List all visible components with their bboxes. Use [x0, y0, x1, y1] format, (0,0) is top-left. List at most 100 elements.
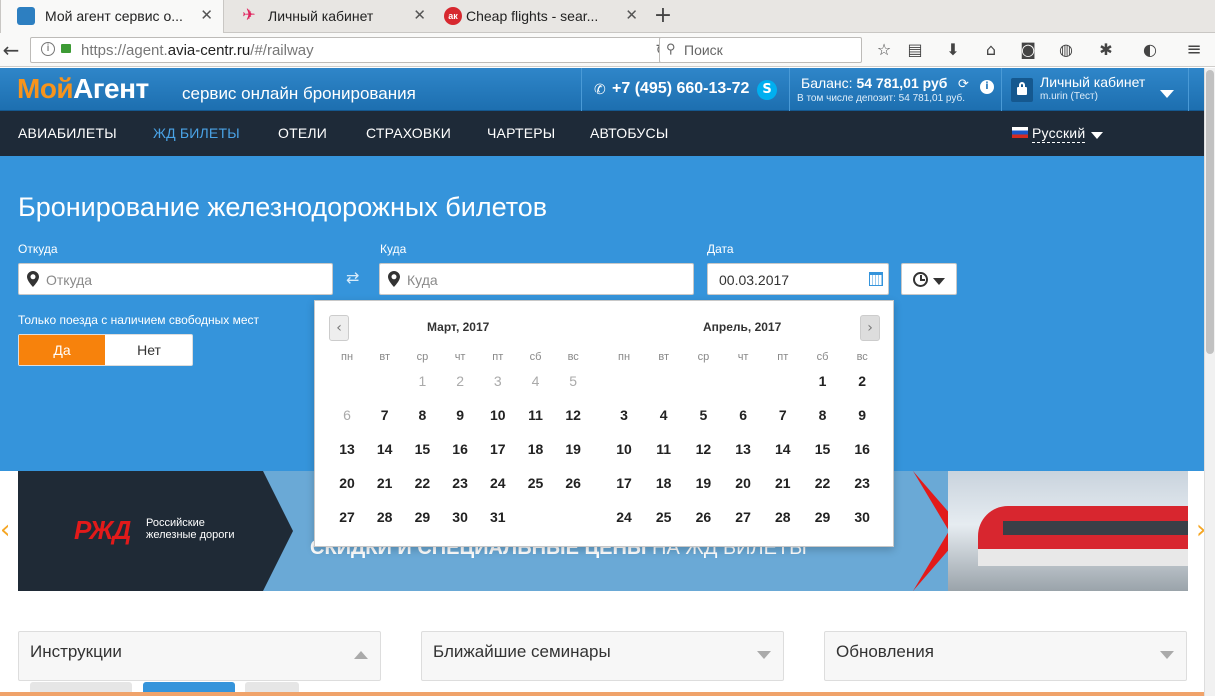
- scrollbar-thumb[interactable]: [1206, 70, 1214, 354]
- browser-tab-active[interactable]: Мой агент сервис о... ✕: [0, 0, 224, 33]
- new-tab-icon[interactable]: +: [650, 0, 676, 33]
- info-icon[interactable]: i: [980, 80, 994, 94]
- calendar-day[interactable]: 11: [521, 407, 551, 423]
- calendar-day[interactable]: 19: [558, 441, 588, 457]
- calendar-day[interactable]: 26: [688, 509, 718, 525]
- toggle-no-button[interactable]: Нет: [106, 335, 192, 365]
- calendar-day[interactable]: 7: [768, 407, 798, 423]
- reading-list-icon[interactable]: ▤: [902, 37, 928, 63]
- date-input[interactable]: 00.03.2017: [707, 263, 889, 295]
- calendar-day[interactable]: 17: [609, 475, 639, 491]
- menu-hamburger-icon[interactable]: ≡: [1181, 37, 1207, 63]
- menu-item-charters[interactable]: ЧАРТЕРЫ: [487, 125, 555, 141]
- close-tab-icon[interactable]: ✕: [200, 0, 213, 32]
- calendar-day[interactable]: 8: [407, 407, 437, 423]
- banner-prev-icon[interactable]: ‹: [0, 515, 10, 545]
- calendar-day[interactable]: 25: [521, 475, 551, 491]
- logo[interactable]: МойАгент: [17, 73, 149, 105]
- bookmark-star-icon[interactable]: ☆: [871, 37, 897, 63]
- calendar-day[interactable]: 3: [609, 407, 639, 423]
- calendar-day[interactable]: 22: [808, 475, 838, 491]
- calendar-day[interactable]: 4: [649, 407, 679, 423]
- swap-icon[interactable]: ⇄: [346, 268, 359, 287]
- menu-item-insurance[interactable]: СТРАХОВКИ: [366, 125, 451, 141]
- bug-icon[interactable]: ✱: [1093, 37, 1119, 63]
- widget-seminars[interactable]: Ближайшие семинары: [421, 631, 784, 681]
- calendar-day[interactable]: 22: [407, 475, 437, 491]
- widget-instructions[interactable]: Инструкции: [18, 631, 381, 681]
- refresh-icon[interactable]: ⟳: [958, 77, 969, 92]
- home-icon[interactable]: ⌂: [978, 37, 1004, 63]
- calendar-day[interactable]: 14: [768, 441, 798, 457]
- calendar-day[interactable]: 9: [445, 407, 475, 423]
- menu-item-hotels[interactable]: ОТЕЛИ: [278, 125, 327, 141]
- calendar-day[interactable]: 30: [445, 509, 475, 525]
- browser-search-input[interactable]: ⚲ Поиск: [659, 37, 862, 63]
- chevron-down-icon[interactable]: [1091, 132, 1103, 139]
- calendar-day[interactable]: 26: [558, 475, 588, 491]
- calendar-day[interactable]: 24: [483, 475, 513, 491]
- extension-icon[interactable]: ◍: [1053, 37, 1079, 63]
- calendar-day[interactable]: 10: [609, 441, 639, 457]
- calendar-day[interactable]: 17: [483, 441, 513, 457]
- calendar-day[interactable]: 13: [332, 441, 362, 457]
- calendar-day[interactable]: 7: [370, 407, 400, 423]
- calendar-day[interactable]: 10: [483, 407, 513, 423]
- widget-updates[interactable]: Обновления: [824, 631, 1187, 681]
- chevron-down-icon[interactable]: [757, 651, 771, 659]
- close-tab-icon[interactable]: ✕: [413, 0, 426, 32]
- calendar-day[interactable]: 28: [768, 509, 798, 525]
- menu-item-railway[interactable]: ЖД БИЛЕТЫ: [153, 125, 240, 141]
- calendar-day[interactable]: 21: [768, 475, 798, 491]
- calendar-day[interactable]: 12: [688, 441, 718, 457]
- calendar-day[interactable]: 21: [370, 475, 400, 491]
- calendar-day[interactable]: 18: [521, 441, 551, 457]
- calendar-day[interactable]: 18: [649, 475, 679, 491]
- browser-tab[interactable]: ✈ Личный кабинет ✕: [224, 0, 436, 33]
- download-icon[interactable]: ⬇: [940, 37, 966, 63]
- toggle-yes-button[interactable]: Да: [19, 335, 105, 365]
- calendar-day[interactable]: 30: [847, 509, 877, 525]
- skype-icon[interactable]: S: [757, 80, 777, 100]
- calendar-day[interactable]: 24: [609, 509, 639, 525]
- chevron-up-icon[interactable]: [354, 651, 368, 659]
- calendar-day[interactable]: 5: [688, 407, 718, 423]
- calendar-day[interactable]: 6: [728, 407, 758, 423]
- calendar-day[interactable]: 16: [847, 441, 877, 457]
- account-label[interactable]: Личный кабинет: [1040, 74, 1145, 90]
- calendar-day[interactable]: 9: [847, 407, 877, 423]
- calendar-day[interactable]: 19: [688, 475, 718, 491]
- menu-item-buses[interactable]: АВТОБУСЫ: [590, 125, 668, 141]
- calendar-day[interactable]: 27: [728, 509, 758, 525]
- calendar-day[interactable]: 23: [445, 475, 475, 491]
- to-input[interactable]: Куда: [379, 263, 694, 295]
- calendar-day[interactable]: 25: [649, 509, 679, 525]
- phone-number[interactable]: +7 (495) 660-13-72: [612, 80, 749, 98]
- back-icon[interactable]: ←: [0, 37, 24, 63]
- calendar-day[interactable]: 15: [407, 441, 437, 457]
- calendar-day[interactable]: 11: [649, 441, 679, 457]
- pocket-icon[interactable]: ◙: [1015, 37, 1041, 63]
- calendar-day[interactable]: 27: [332, 509, 362, 525]
- addon-icon[interactable]: ◐: [1137, 37, 1163, 63]
- calendar-day[interactable]: 29: [808, 509, 838, 525]
- prev-month-icon[interactable]: ‹: [329, 315, 349, 341]
- next-month-icon[interactable]: ›: [860, 315, 880, 341]
- calendar-day[interactable]: 8: [808, 407, 838, 423]
- calendar-day[interactable]: 14: [370, 441, 400, 457]
- url-bar[interactable]: i https://agent.avia-centr.ru/#/railway …: [30, 37, 677, 63]
- browser-tab[interactable]: ак Cheap flights - sear... ✕: [436, 0, 648, 33]
- calendar-day[interactable]: 12: [558, 407, 588, 423]
- calendar-icon[interactable]: [869, 272, 883, 286]
- chevron-down-icon[interactable]: [1160, 90, 1174, 98]
- calendar-day[interactable]: 13: [728, 441, 758, 457]
- calendar-day[interactable]: 28: [370, 509, 400, 525]
- calendar-day[interactable]: 23: [847, 475, 877, 491]
- close-tab-icon[interactable]: ✕: [625, 0, 638, 32]
- calendar-day[interactable]: 31: [483, 509, 513, 525]
- calendar-day[interactable]: 16: [445, 441, 475, 457]
- menu-item-flights[interactable]: АВИАБИЛЕТЫ: [18, 125, 117, 141]
- calendar-day[interactable]: 29: [407, 509, 437, 525]
- chevron-down-icon[interactable]: [1160, 651, 1174, 659]
- calendar-day[interactable]: 15: [808, 441, 838, 457]
